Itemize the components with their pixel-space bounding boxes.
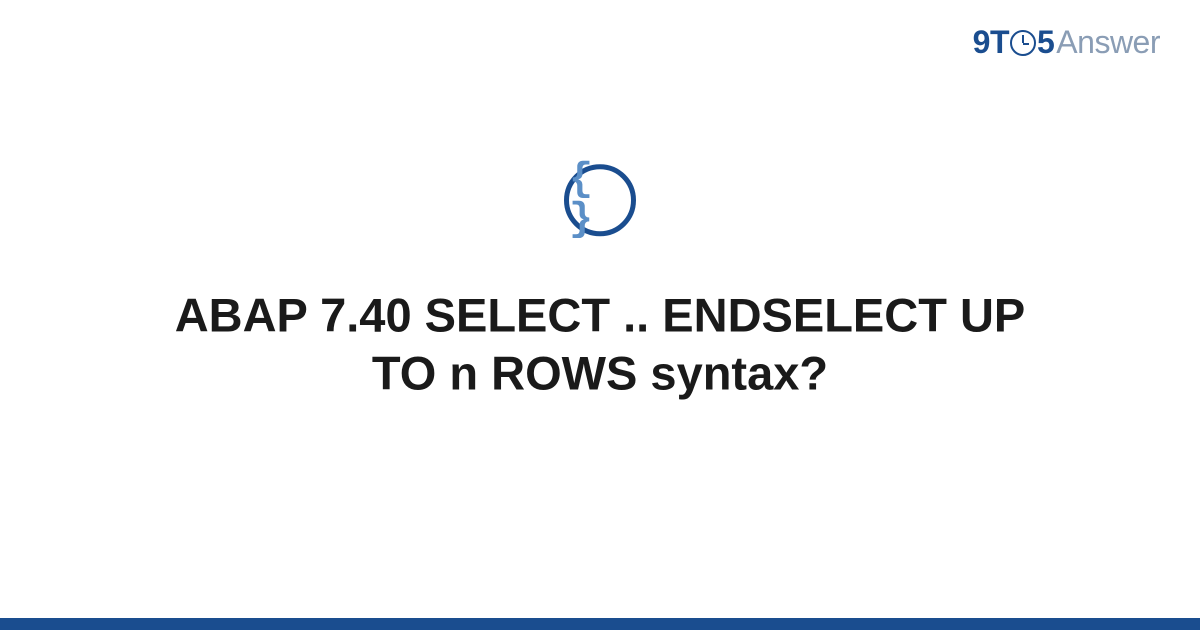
brand-nine: 9 — [973, 24, 990, 61]
code-braces-icon: { } — [569, 160, 631, 240]
brand-logo: 9 T 5 Answer — [973, 24, 1160, 61]
content-wrapper: { } ABAP 7.40 SELECT .. ENDSELECT UP TO … — [0, 164, 1200, 404]
brand-five: 5 — [1037, 24, 1054, 61]
brand-answer: Answer — [1056, 24, 1160, 61]
category-icon-circle: { } — [564, 164, 636, 236]
clock-icon — [1010, 30, 1036, 56]
brand-t: T — [990, 24, 1009, 61]
question-title: ABAP 7.40 SELECT .. ENDSELECT UP TO n RO… — [100, 286, 1100, 404]
bottom-accent-bar — [0, 618, 1200, 630]
